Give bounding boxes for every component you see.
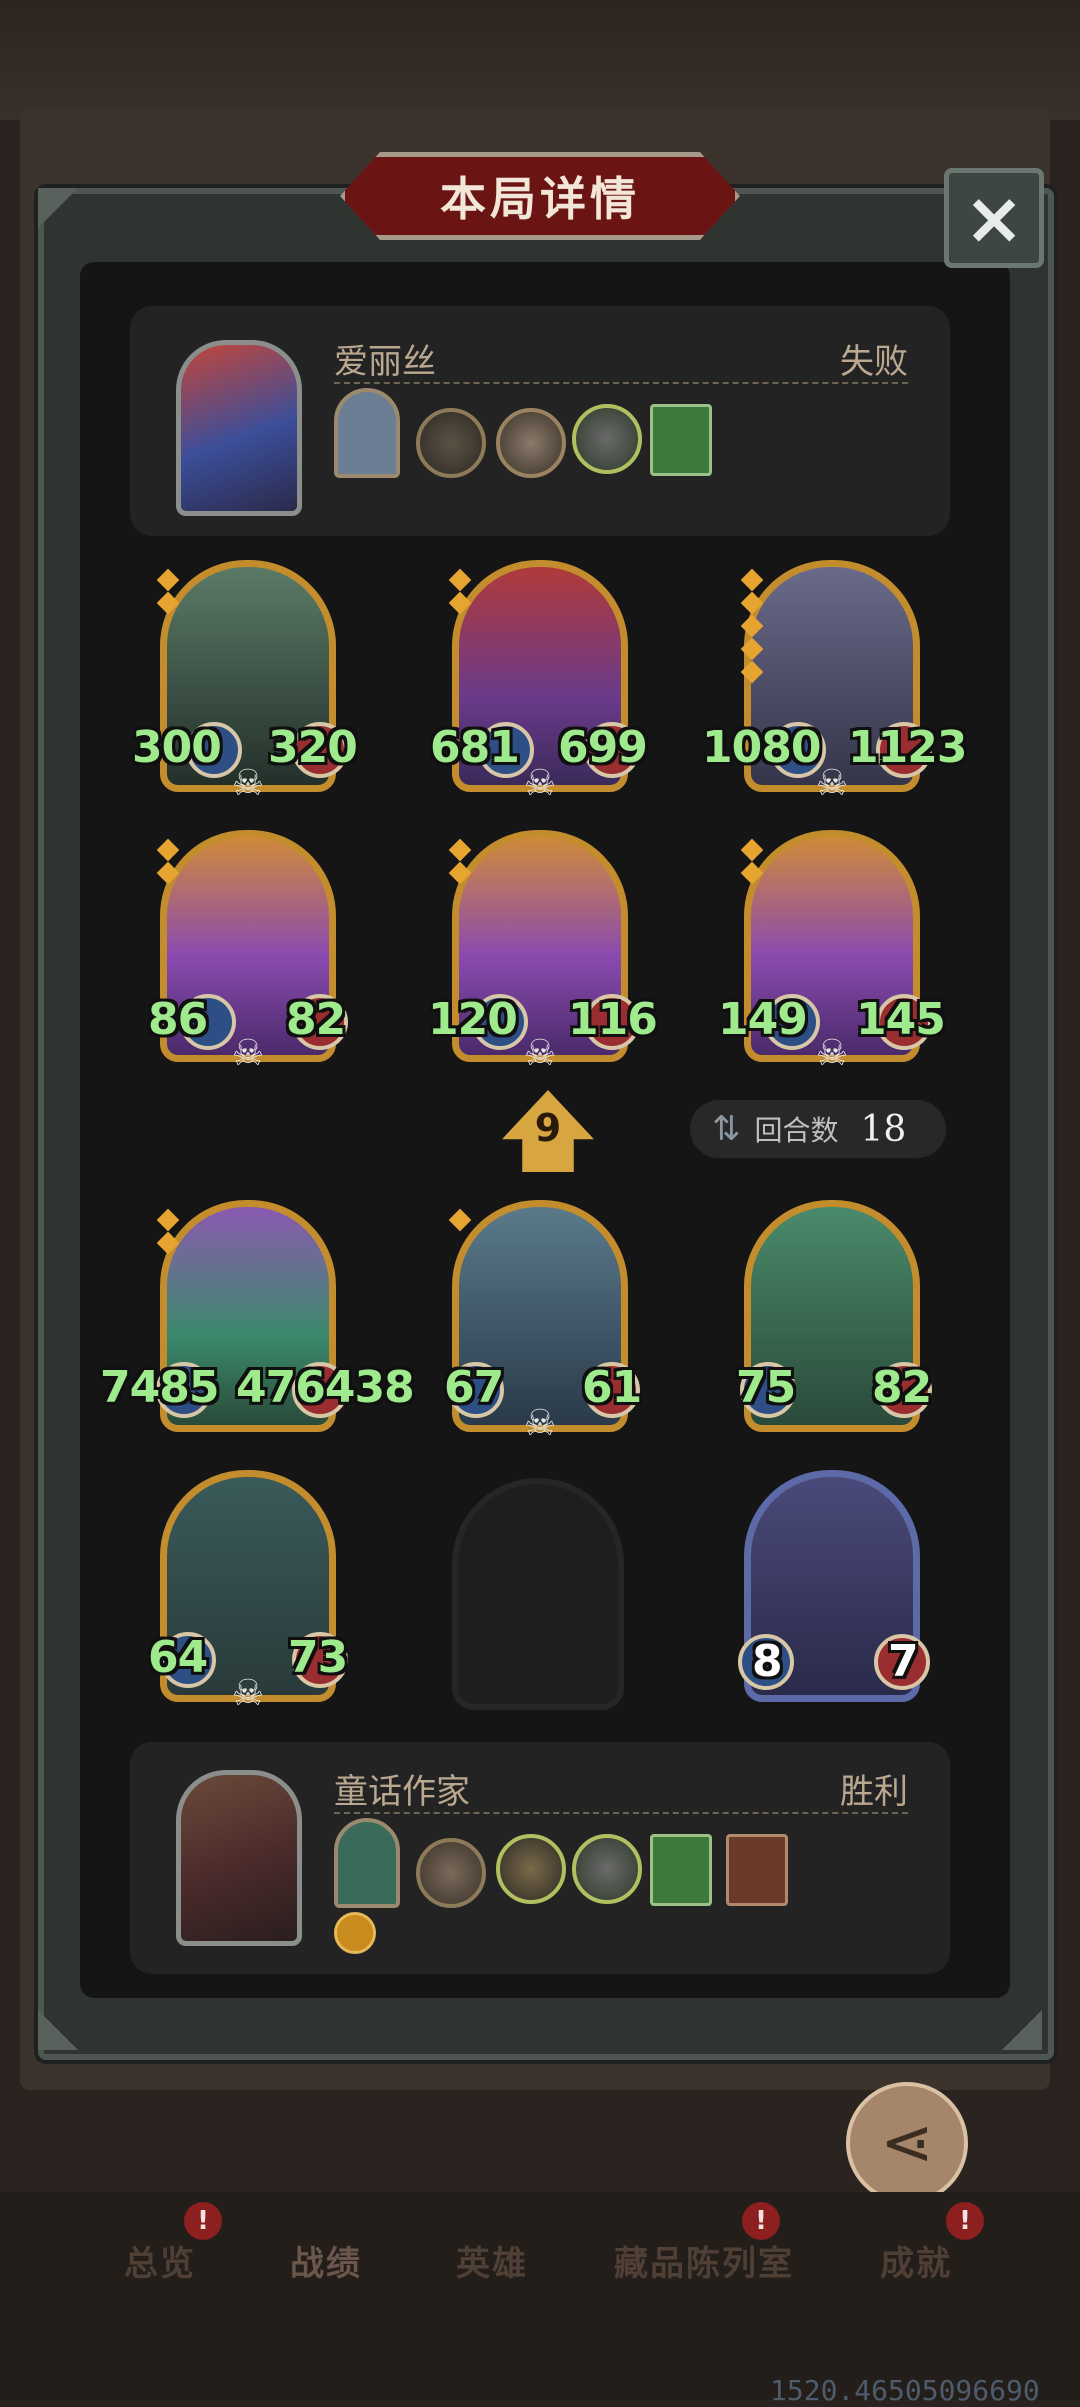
round-value: 18 — [860, 1108, 907, 1150]
star-gems — [448, 838, 472, 888]
nav-heroes[interactable]: 英雄 — [456, 2236, 528, 2285]
empty-board-slot — [452, 1478, 624, 1710]
skull-icon: ☠ — [523, 1403, 557, 1444]
dialog-title: 本局详情 — [440, 172, 640, 226]
relic-icon[interactable] — [496, 408, 566, 478]
star-gems — [156, 1208, 180, 1258]
minion-attack: 75 — [736, 1362, 796, 1413]
minion-health: 61 — [582, 1362, 642, 1413]
minion-attack: 8 — [752, 1636, 783, 1687]
round-counter: ⇅ 回合数 18 — [690, 1100, 946, 1158]
background-top — [0, 0, 1080, 120]
minion-health: 699 — [558, 722, 648, 773]
refresh-icon: ⇅ — [712, 1109, 741, 1149]
skull-icon: ☠ — [231, 763, 265, 804]
notification-badge: ! — [742, 2202, 780, 2240]
skull-icon: ☠ — [523, 1033, 557, 1074]
minion-health: 320 — [268, 722, 358, 773]
share-icon: ⋖ — [880, 2106, 934, 2180]
star-gems — [156, 838, 180, 888]
nav-collection[interactable]: 藏品陈列室 — [614, 2236, 794, 2285]
minion-attack: 300 — [132, 722, 222, 773]
player-result: 胜利 — [840, 1772, 908, 1812]
minion-health: 145 — [856, 994, 946, 1045]
minion-attack: 7485 — [100, 1362, 219, 1413]
nav-overview[interactable]: 总览 — [124, 2236, 196, 2285]
minion-health: 116 — [568, 994, 658, 1045]
minion-attack: 681 — [430, 722, 520, 773]
relic-icon[interactable] — [416, 408, 486, 478]
nav-records[interactable]: 战绩 — [290, 2236, 362, 2285]
opponent-name: 爱丽丝 — [334, 342, 436, 382]
star-gems — [448, 1208, 472, 1235]
relic-icon[interactable] — [650, 1834, 712, 1906]
relic-icon[interactable] — [334, 388, 400, 478]
skull-icon: ☠ — [815, 1033, 849, 1074]
minion-attack: 149 — [718, 994, 808, 1045]
nav-achievements[interactable]: 成就 — [880, 2236, 952, 2285]
version-label: 1520.46505096690 — [770, 2374, 1040, 2407]
minion-attack: 120 — [428, 994, 518, 1045]
star-gems — [448, 568, 472, 618]
skull-icon: ☠ — [815, 763, 849, 804]
divider — [334, 382, 908, 384]
relic-icon[interactable] — [726, 1834, 788, 1906]
star-gems — [740, 838, 764, 888]
round-label: 回合数 — [754, 1114, 839, 1147]
minion-health: 82 — [872, 1362, 932, 1413]
skull-icon: ☠ — [231, 1673, 265, 1714]
coin-icon[interactable] — [334, 1912, 376, 1954]
minion-attack: 1080 — [702, 722, 821, 773]
minion-health: 73 — [288, 1632, 348, 1683]
dialog-title-plate: 本局详情 — [340, 152, 740, 240]
skull-icon: ☠ — [523, 763, 557, 804]
share-button[interactable]: ⋖ — [846, 2082, 968, 2204]
opponent-hero-portrait[interactable] — [176, 340, 302, 516]
skull-icon: ☠ — [231, 1033, 265, 1074]
divider — [334, 1812, 908, 1814]
notification-badge: ! — [946, 2202, 984, 2240]
relic-icon[interactable] — [650, 404, 712, 476]
minion-attack: 64 — [148, 1632, 208, 1683]
minion-health: 82 — [286, 994, 346, 1045]
relic-icon[interactable] — [416, 1838, 486, 1908]
close-button[interactable]: × — [944, 168, 1044, 268]
minion-attack: 86 — [148, 994, 208, 1045]
relic-icon[interactable] — [334, 1818, 400, 1908]
opponent-result: 失败 — [840, 342, 908, 382]
relic-icon[interactable] — [496, 1834, 566, 1904]
player-name: 童话作家 — [334, 1772, 470, 1812]
close-icon: × — [963, 176, 1025, 260]
relic-icon[interactable] — [572, 404, 642, 474]
minion-health: 1123 — [848, 722, 967, 773]
tavern-tier-number: 9 — [534, 1106, 562, 1150]
relic-icon[interactable] — [572, 1834, 642, 1904]
bottom-nav — [0, 2192, 1080, 2400]
notification-badge: ! — [184, 2202, 222, 2240]
minion-health: 7 — [888, 1636, 919, 1687]
star-gems — [156, 568, 180, 618]
minion-attack: 67 — [444, 1362, 504, 1413]
minion-health: 476438 — [236, 1362, 415, 1413]
star-gems — [740, 568, 764, 687]
player-hero-portrait[interactable] — [176, 1770, 302, 1946]
